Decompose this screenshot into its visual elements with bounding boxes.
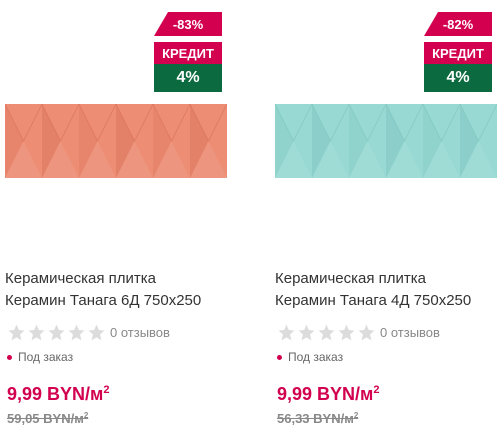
old-price: 59,05 BYN/м2: [7, 411, 88, 426]
discount-badge: -83%: [154, 12, 222, 36]
product-name-line2: Керамин Танага 4Д 750х250: [275, 292, 472, 309]
star-icon: [8, 324, 25, 340]
availability-status: Под заказ: [277, 350, 343, 364]
product-card[interactable]: -83% КРЕДИТ 4% Керамическая плитка Керам…: [5, 0, 227, 438]
credit-rate: 4%: [424, 64, 492, 92]
star-icon: [338, 324, 355, 340]
credit-label: КРЕДИТ: [424, 42, 492, 64]
status-dot-icon: [277, 354, 282, 360]
price-unit-sup: 2: [103, 384, 110, 396]
product-card[interactable]: -82% КРЕДИТ 4% Керамическая плитка Керам…: [275, 0, 497, 438]
star-icon: [278, 324, 295, 340]
reviews-link[interactable]: 0 отзывов: [110, 325, 170, 340]
discount-badge: -82%: [424, 12, 492, 36]
star-icon: [28, 324, 45, 340]
credit-rate: 4%: [154, 64, 222, 92]
product-name[interactable]: Керамическая плитка Керамин Танага 6Д 75…: [5, 268, 227, 312]
credit-badge: КРЕДИТ 4%: [424, 42, 492, 92]
product-name-line2: Керамин Танага 6Д 750х250: [5, 292, 202, 309]
rating[interactable]: 0 отзывов: [277, 322, 440, 342]
current-price: 9,99 BYN/м2: [7, 384, 109, 405]
rating[interactable]: 0 отзывов: [7, 322, 170, 342]
status-dot-icon: [7, 354, 12, 360]
credit-label: КРЕДИТ: [154, 42, 222, 64]
product-image[interactable]: [275, 104, 497, 178]
product-name-line1: Керамическая плитка: [5, 270, 156, 287]
product-name-line1: Керамическая плитка: [275, 270, 426, 287]
old-price-unit-sup: 2: [83, 411, 89, 420]
availability-status: Под заказ: [7, 350, 73, 364]
tile-image: [275, 104, 497, 178]
price-value: 9,99 BYN/м: [7, 384, 104, 404]
availability-text: Под заказ: [18, 350, 74, 364]
product-name[interactable]: Керамическая плитка Керамин Танага 4Д 75…: [275, 268, 497, 312]
tile-image: [5, 104, 227, 178]
price-value: 9,99 BYN/м: [277, 384, 374, 404]
availability-text: Под заказ: [288, 350, 344, 364]
credit-badge: КРЕДИТ 4%: [154, 42, 222, 92]
current-price: 9,99 BYN/м2: [277, 384, 379, 405]
star-icon: [318, 324, 335, 340]
star-icon: [88, 324, 105, 340]
star-icon: [298, 324, 315, 340]
star-icon: [68, 324, 85, 340]
product-image[interactable]: [5, 104, 227, 178]
old-price: 56,33 BYN/м2: [277, 411, 358, 426]
star-icon: [358, 324, 375, 340]
price-unit-sup: 2: [373, 384, 380, 396]
old-price-value: 59,05 BYN/м: [7, 411, 84, 426]
old-price-value: 56,33 BYN/м: [277, 411, 354, 426]
star-icon: [48, 324, 65, 340]
old-price-unit-sup: 2: [353, 411, 359, 420]
reviews-link[interactable]: 0 отзывов: [380, 325, 440, 340]
